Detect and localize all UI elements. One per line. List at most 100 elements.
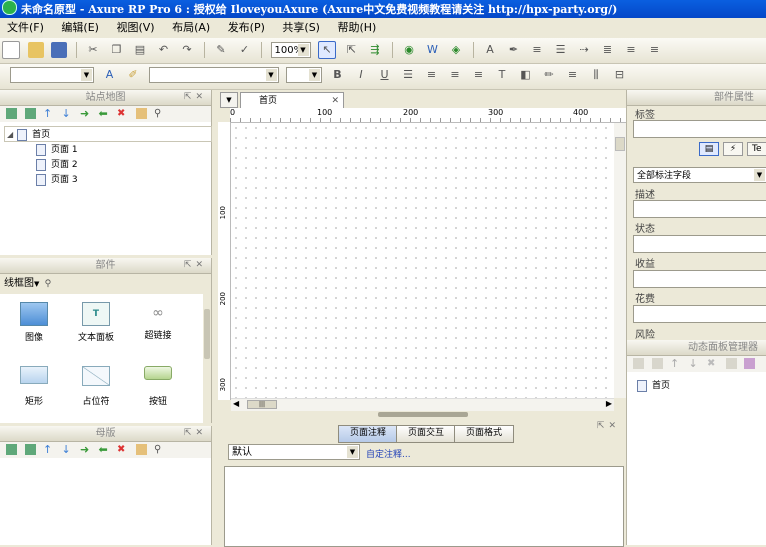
tab-page-format[interactable]: 页面格式 (454, 425, 514, 443)
flow-icon[interactable]: ⇶ (367, 42, 383, 58)
menu-file[interactable]: 文件(F) (0, 18, 51, 38)
new-icon[interactable] (2, 41, 20, 59)
add-state-icon[interactable] (633, 358, 644, 369)
scroll-left-icon[interactable]: ◀ (233, 399, 239, 408)
widget-text-panel[interactable]: T 文本面板 (66, 302, 126, 343)
menu-layout[interactable]: 布局(A) (165, 18, 217, 38)
tab-page-notes[interactable]: 页面注释 (338, 425, 398, 443)
move-down-icon[interactable]: ↓ (62, 108, 73, 119)
label-input[interactable] (633, 120, 766, 138)
style-editor-icon[interactable]: A (102, 67, 118, 83)
tab-list-button[interactable]: ▼ (220, 92, 238, 108)
menu-edit[interactable]: 编辑(E) (54, 18, 106, 38)
menu-share[interactable]: 共享(S) (275, 18, 327, 38)
cut-icon[interactable]: ✂ (85, 42, 101, 58)
notes-icon[interactable]: ▤ (699, 142, 719, 156)
delete-icon[interactable]: ✖ (117, 444, 128, 455)
font-size-select[interactable]: ▼ (286, 67, 322, 83)
undo-icon[interactable]: ↶ (156, 42, 172, 58)
splitter-handle[interactable] (378, 412, 468, 417)
scrollbar-thumb[interactable]: ||| (247, 400, 277, 409)
save-icon[interactable] (51, 42, 67, 58)
order-icon[interactable]: ⊟ (612, 67, 628, 83)
annotation-fields-select[interactable]: 全部标注字段 ▼ (633, 167, 766, 183)
bullet-icon[interactable]: ☰ (400, 67, 416, 83)
edit-state-icon[interactable] (725, 358, 737, 369)
tab-home[interactable]: 首页 ✕ (240, 92, 344, 109)
delete-icon[interactable]: ✖ (707, 358, 718, 369)
align-right-icon[interactable]: ≡ (647, 42, 663, 58)
expand-icon[interactable]: ◢ (7, 130, 13, 139)
customize-notes-link[interactable]: 自定注释... (366, 447, 411, 460)
zoom-select[interactable]: 100% ▼ (270, 42, 311, 58)
move-up-icon[interactable]: ↑ (670, 358, 681, 369)
add-page-icon[interactable] (6, 108, 17, 119)
copy-icon[interactable]: ❐ (109, 42, 125, 58)
widget-rectangle[interactable]: 矩形 (4, 366, 64, 407)
tree-item-page2[interactable]: 页面 2 (36, 157, 78, 171)
delete-icon[interactable]: ✖ (117, 108, 128, 119)
generate-word-icon[interactable]: W (425, 42, 441, 58)
publish-icon[interactable]: ◈ (448, 42, 464, 58)
panel-controls[interactable]: ⇱✕ (184, 258, 207, 273)
search-icon[interactable]: ⚲ (154, 444, 165, 455)
paint-icon[interactable]: ✐ (125, 67, 141, 83)
scroll-right-icon[interactable]: ▶ (606, 399, 612, 408)
widget-hyperlink[interactable]: ∞ 超链接 (128, 302, 188, 341)
select-pointer-icon[interactable]: ↖ (318, 41, 336, 59)
spell-icon[interactable]: ✓ (237, 42, 253, 58)
open-icon[interactable] (27, 42, 44, 58)
tree-item-home[interactable]: 首页 (637, 378, 670, 392)
align-right-icon[interactable]: ≡ (471, 67, 487, 83)
align-left-icon[interactable]: ≣ (600, 42, 616, 58)
scrollbar-thumb[interactable] (615, 137, 625, 151)
align-center-icon[interactable]: ≡ (623, 42, 639, 58)
italic-icon[interactable]: I (353, 67, 369, 83)
panel-controls[interactable]: ⇱✕ (184, 90, 207, 105)
search-icon[interactable]: ⚲ (154, 108, 165, 119)
border-style-icon[interactable]: ≡ (565, 67, 581, 83)
tree-item-page1[interactable]: 页面 1 (36, 142, 78, 156)
widget-placeholder[interactable]: 占位符 (66, 366, 126, 407)
panel-controls[interactable]: ⇱✕ (597, 421, 620, 431)
pen-color-icon[interactable]: ✒ (506, 42, 522, 58)
fill-color-icon[interactable]: ◧ (518, 67, 534, 83)
underline-icon[interactable]: U (377, 67, 393, 83)
align-left-icon[interactable]: ≡ (424, 67, 440, 83)
menu-view[interactable]: 视图(V) (109, 18, 161, 38)
preview-icon[interactable]: ◉ (401, 42, 417, 58)
cost-input[interactable] (633, 305, 766, 323)
widget-button[interactable]: 按钮 (128, 366, 188, 407)
align-center-icon[interactable]: ≡ (447, 67, 463, 83)
search-icon[interactable]: ⚲ (45, 279, 52, 289)
format-painter-icon[interactable]: ✎ (213, 42, 229, 58)
status-input[interactable] (633, 235, 766, 253)
font-family-select[interactable]: ▼ (148, 67, 279, 83)
widget-library-select[interactable]: 线框图 (4, 278, 34, 289)
line-style-icon[interactable]: ≡ (529, 42, 545, 58)
bold-icon[interactable]: B (330, 67, 346, 83)
menu-publish[interactable]: 发布(P) (221, 18, 272, 38)
distribute-icon[interactable]: ⫼ (588, 67, 604, 83)
move-up-icon[interactable]: ↑ (43, 108, 54, 119)
vertical-scrollbar[interactable] (614, 123, 626, 398)
scrollbar-thumb[interactable] (204, 309, 210, 359)
interaction-icon[interactable]: ⚡ (723, 142, 743, 156)
outdent-icon[interactable]: ⬅ (99, 444, 110, 455)
widget-image[interactable]: 图像 (4, 302, 64, 343)
add-master-icon[interactable] (6, 444, 17, 455)
panel-icon[interactable] (744, 358, 755, 369)
line-width-icon[interactable]: ☰ (553, 42, 569, 58)
design-canvas[interactable] (231, 123, 614, 398)
menu-help[interactable]: 帮助(H) (330, 18, 383, 38)
panel-controls[interactable]: ⇱✕ (184, 426, 207, 441)
move-up-icon[interactable]: ↑ (43, 444, 54, 455)
rename-icon[interactable] (135, 444, 147, 455)
benefit-input[interactable] (633, 270, 766, 288)
notes-textarea[interactable] (224, 466, 624, 547)
indent-icon[interactable]: ➜ (80, 444, 91, 455)
redo-icon[interactable]: ↷ (179, 42, 195, 58)
move-down-icon[interactable]: ↓ (62, 444, 73, 455)
move-down-icon[interactable]: ↓ (689, 358, 700, 369)
outdent-icon[interactable]: ⬅ (99, 108, 110, 119)
